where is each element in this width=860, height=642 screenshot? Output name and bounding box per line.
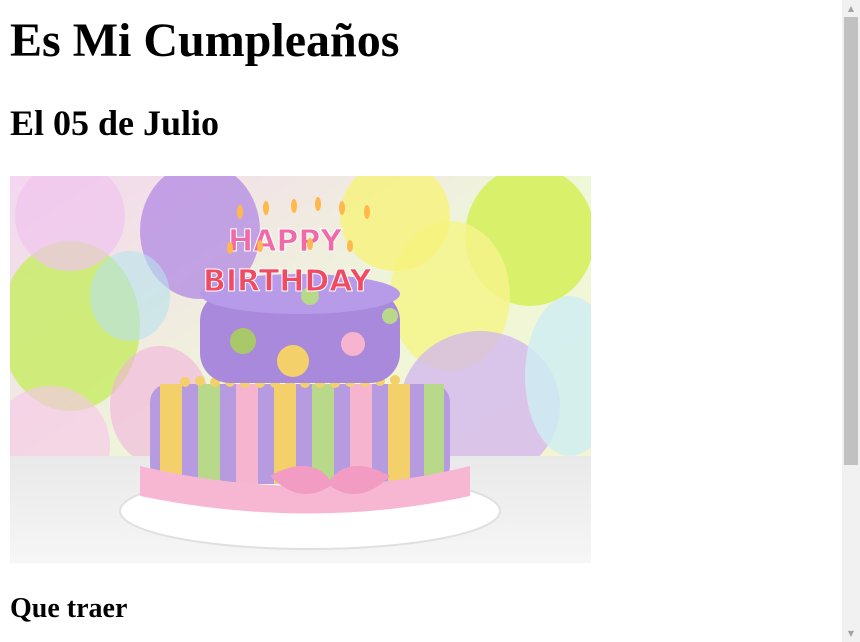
scroll-thumb[interactable] bbox=[844, 17, 858, 465]
page-title: Es Mi Cumpleaños bbox=[10, 14, 400, 67]
birthday-cake-image: HAPPY BIRTHDAY bbox=[10, 176, 591, 563]
section-heading-what-to-bring: Que traer bbox=[10, 593, 128, 624]
date-heading: El 05 de Julio bbox=[10, 103, 220, 143]
scroll-down-arrow-icon[interactable]: ▼ bbox=[842, 625, 860, 642]
vertical-scrollbar[interactable]: ▲ ▼ bbox=[842, 0, 860, 642]
scroll-up-arrow-icon[interactable]: ▲ bbox=[842, 0, 860, 17]
svg-text:BIRTHDAY: BIRTHDAY bbox=[203, 264, 373, 299]
svg-text:HAPPY: HAPPY bbox=[228, 224, 343, 259]
